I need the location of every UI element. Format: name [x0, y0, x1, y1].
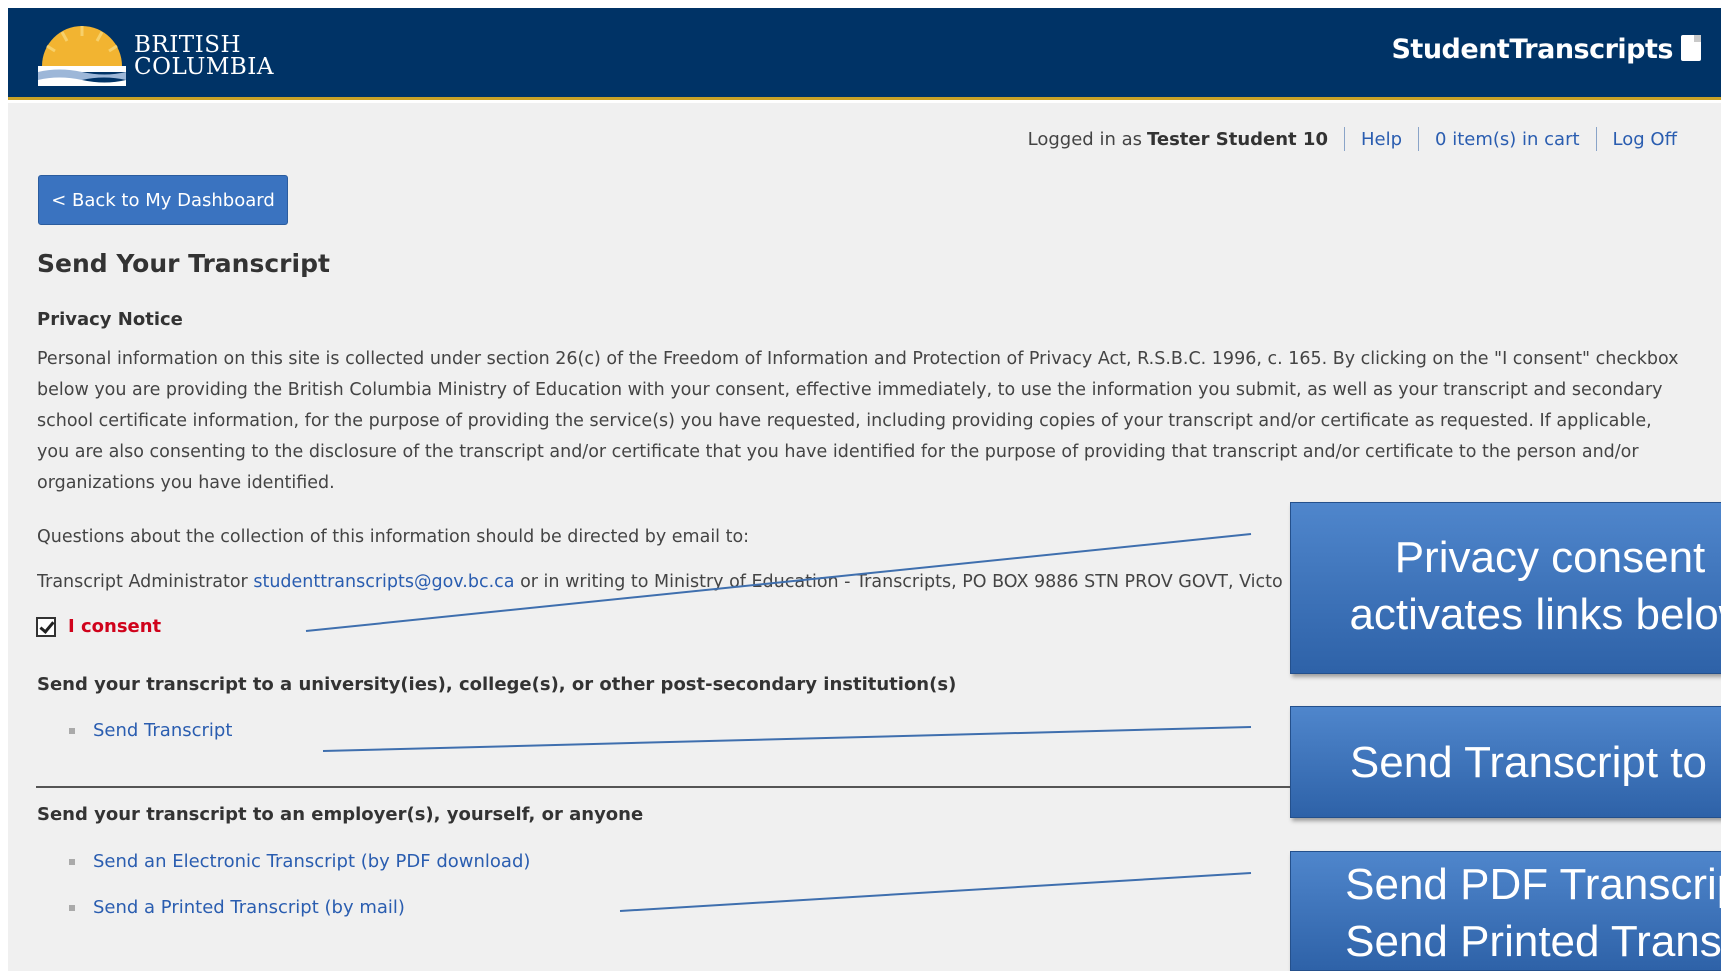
- callout-privacy-consent: Privacy consent activates links below: [1290, 502, 1721, 674]
- callout-send-to-psi: Send Transcript to PSI: [1290, 706, 1721, 818]
- annotation-connectors: [305, 533, 1252, 912]
- callout-send-pdf-printed: Send PDF Transcript or Send Printed Tran…: [1290, 851, 1721, 971]
